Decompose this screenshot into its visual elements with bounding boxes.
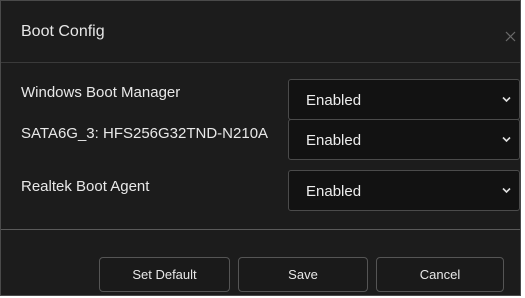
boot-option-label-realtek: Realtek Boot Agent (21, 178, 150, 195)
cancel-button[interactable]: Cancel (376, 257, 504, 292)
boot-option-select-realtek[interactable]: Enabled (288, 170, 520, 211)
select-value: Enabled (306, 132, 362, 149)
boot-option-label-windows: Windows Boot Manager (21, 84, 181, 101)
select-value: Enabled (306, 183, 362, 200)
dialog-title: Boot Config (21, 23, 105, 40)
boot-option-label-sata: SATA6G_3: HFS256G32TND-N210A (21, 125, 269, 142)
select-value: Enabled (306, 92, 362, 109)
save-button[interactable]: Save (238, 257, 368, 292)
boot-options-list: Windows Boot Manager Enabled SATA6G_3: H… (1, 63, 520, 229)
boot-option-select-sata[interactable]: Enabled (288, 119, 520, 160)
close-icon[interactable] (505, 31, 516, 42)
chevron-down-icon (502, 187, 511, 194)
footer-divider (1, 229, 520, 230)
boot-option-select-windows[interactable]: Enabled (288, 79, 520, 120)
chevron-down-icon (502, 96, 511, 103)
dialog-title-bar: Boot Config (1, 1, 520, 63)
set-default-button[interactable]: Set Default (99, 257, 230, 292)
boot-config-dialog: Boot Config Windows Boot Manager Enabled… (0, 0, 521, 296)
chevron-down-icon (502, 136, 511, 143)
